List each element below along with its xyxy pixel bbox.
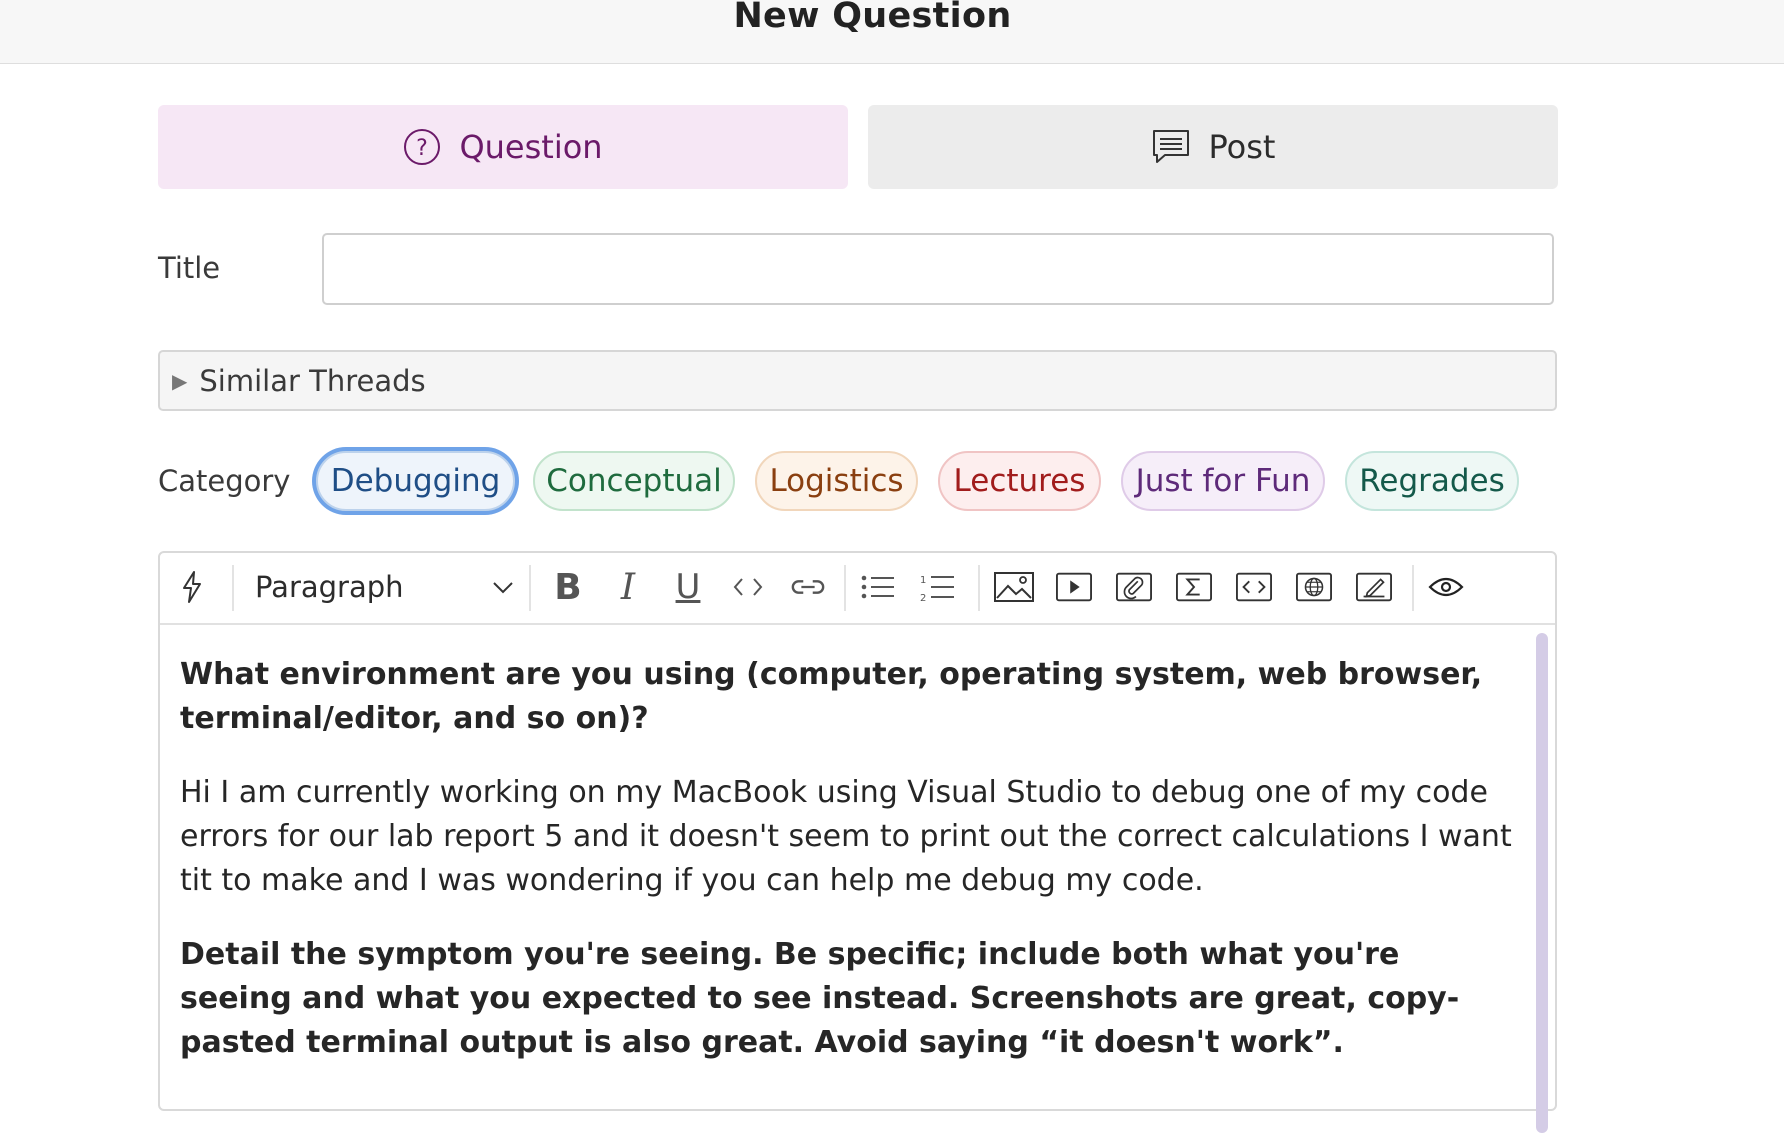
video-icon[interactable]	[1056, 569, 1092, 605]
category-chip-debugging[interactable]: Debugging	[316, 451, 515, 511]
chevron-down-icon	[491, 575, 515, 603]
comment-lines-icon	[1151, 128, 1191, 166]
block-format-value: Paragraph	[255, 570, 404, 604]
toolbar-divider	[529, 565, 531, 611]
post-type-button[interactable]: Post	[868, 105, 1558, 189]
category-chip-label: Debugging	[330, 463, 501, 499]
bold-icon[interactable]: B	[550, 567, 586, 608]
drawing-icon[interactable]	[1356, 569, 1392, 605]
toolbar-divider	[232, 565, 234, 611]
category-chip-label: Conceptual	[546, 463, 722, 499]
expand-triangle-icon: ▶	[172, 368, 188, 393]
editor-toolbar: Paragraph B I U 12	[160, 553, 1555, 625]
post-type-label: Post	[1208, 128, 1276, 166]
svg-text:?: ?	[417, 136, 429, 161]
attachment-icon[interactable]	[1116, 569, 1152, 605]
math-icon[interactable]	[1176, 569, 1212, 605]
preview-icon[interactable]	[1428, 569, 1464, 605]
category-chip-lectures[interactable]: Lectures	[938, 451, 1101, 511]
category-chip-label: Logistics	[769, 463, 904, 499]
code-block-icon[interactable]	[1236, 569, 1272, 605]
category-chip-logistics[interactable]: Logistics	[755, 451, 918, 511]
category-chip-label: Just for Fun	[1135, 463, 1311, 499]
svg-text:1: 1	[920, 575, 926, 586]
image-icon[interactable]	[994, 569, 1034, 605]
numbered-list-icon[interactable]: 12	[920, 569, 956, 605]
question-type-button[interactable]: ? Question	[158, 105, 848, 189]
category-chip-label: Regrades	[1359, 463, 1505, 499]
code-icon[interactable]	[730, 569, 766, 605]
category-label: Category	[158, 464, 291, 498]
template-prompt-symptom: Detail the symptom you're seeing. Be spe…	[180, 937, 1460, 1060]
page-title: New Question	[733, 0, 1012, 36]
web-embed-icon[interactable]	[1296, 569, 1332, 605]
toolbar-divider	[1412, 565, 1414, 611]
toolbar-divider	[844, 565, 846, 611]
underline-icon[interactable]: U	[670, 567, 706, 607]
question-type-label: Question	[459, 128, 603, 166]
page-header: New Question	[0, 0, 1784, 64]
title-input[interactable]	[322, 233, 1554, 305]
template-prompt-environment: What environment are you using (computer…	[180, 657, 1483, 736]
italic-icon[interactable]: I	[610, 567, 646, 608]
question-circle-icon: ?	[403, 128, 441, 166]
svg-text:2: 2	[920, 593, 926, 602]
similar-threads-toggle[interactable]: ▶ Similar Threads	[158, 350, 1557, 411]
toolbar-divider	[978, 565, 980, 611]
similar-threads-label: Similar Threads	[199, 363, 426, 398]
category-chip-regrades[interactable]: Regrades	[1345, 451, 1519, 511]
editor-scrollbar[interactable]	[1536, 633, 1548, 1133]
block-format-select[interactable]: Paragraph	[255, 561, 515, 613]
category-chip-conceptual[interactable]: Conceptual	[533, 451, 735, 511]
title-label: Title	[158, 251, 221, 285]
link-icon[interactable]	[790, 569, 826, 605]
editor-content[interactable]: What environment are you using (computer…	[180, 653, 1520, 1095]
lightning-icon[interactable]	[174, 569, 210, 605]
category-chip-label: Lectures	[953, 463, 1086, 499]
bullet-list-icon[interactable]	[860, 569, 896, 605]
category-chip-just-for-fun[interactable]: Just for Fun	[1121, 451, 1325, 511]
rich-text-editor[interactable]: Paragraph B I U 12 What environment are …	[158, 551, 1557, 1133]
user-answer-environment: Hi I am currently working on my MacBook …	[180, 775, 1512, 898]
